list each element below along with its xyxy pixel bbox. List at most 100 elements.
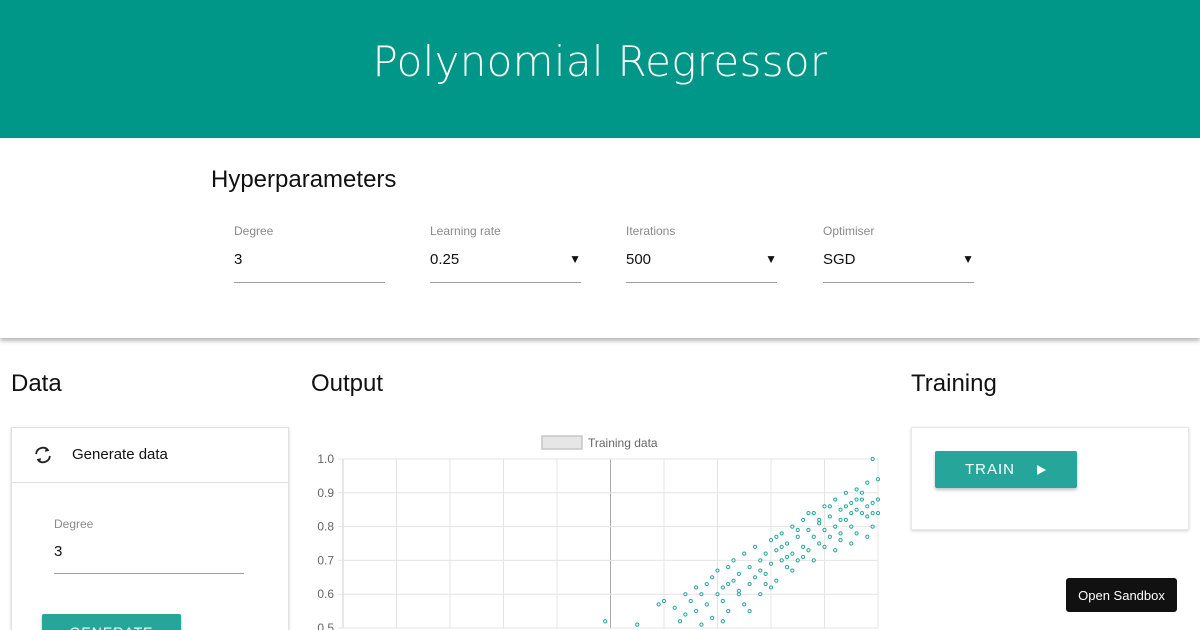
data-point (843, 517, 849, 522)
data-point (694, 609, 699, 614)
data-point (859, 497, 865, 502)
data-point (736, 588, 741, 593)
data-point (779, 531, 784, 536)
data-point (779, 544, 784, 549)
data-point (704, 581, 709, 587)
optimiser-value[interactable]: SGD (823, 251, 856, 268)
data-point (715, 568, 720, 573)
data-point (699, 622, 704, 627)
data-point (865, 504, 870, 509)
legend-swatch (541, 435, 583, 450)
data-point (875, 510, 881, 516)
optimiser-select[interactable]: Optimiser SGD ▼ (823, 224, 974, 283)
data-point (801, 517, 806, 522)
data-point (763, 551, 768, 556)
data-point (768, 561, 774, 566)
data-point (817, 521, 822, 526)
data-degree-field[interactable]: Degree 3 (54, 517, 244, 574)
chart-grid (338, 458, 879, 629)
data-point (677, 619, 683, 624)
data-point (843, 490, 849, 495)
chart-points (603, 456, 881, 627)
degree-field[interactable]: Degree 3 (234, 224, 385, 283)
learning-rate-select[interactable]: Learning rate 0.25 ▼ (430, 224, 581, 283)
data-point (736, 571, 741, 577)
data-point (779, 558, 784, 563)
generate-data-card-title: Generate data (72, 446, 168, 463)
y-tick-label: 0.8 (317, 520, 334, 534)
learning-rate-value[interactable]: 0.25 (430, 251, 459, 268)
data-degree-input[interactable]: 3 (54, 543, 62, 560)
data-point (774, 548, 779, 553)
data-point (827, 514, 832, 519)
data-point (870, 456, 875, 462)
data-point (827, 534, 832, 539)
data-point (694, 585, 699, 590)
data-point (726, 565, 731, 570)
data-point (683, 592, 688, 597)
data-point (849, 510, 854, 516)
data-point (715, 592, 720, 597)
dropdown-arrow-icon[interactable]: ▼ (765, 252, 777, 266)
data-point (790, 551, 795, 556)
dropdown-arrow-icon[interactable]: ▼ (962, 252, 974, 266)
training-card: TRAIN (911, 427, 1189, 530)
data-point (795, 527, 800, 533)
data-point (747, 581, 752, 587)
hyperparameters-panel: Hyperparameters Degree 3 Learning rate 0… (0, 138, 1200, 338)
data-point (758, 558, 763, 563)
data-point (811, 534, 816, 539)
output-section-title: Output (311, 370, 384, 397)
data-point (603, 619, 608, 624)
data-point (774, 578, 779, 583)
train-button[interactable]: TRAIN (935, 451, 1077, 488)
training-section-title: Training (911, 370, 997, 397)
dropdown-arrow-icon[interactable]: ▼ (569, 252, 581, 266)
data-point (656, 602, 661, 607)
y-tick-label: 1.0 (317, 452, 334, 466)
data-point (838, 531, 843, 536)
data-point (833, 548, 838, 553)
data-point (742, 602, 747, 607)
open-sandbox-button[interactable]: Open Sandbox (1066, 578, 1177, 612)
app-header: Polynomial Regressor (0, 0, 1200, 138)
data-point (817, 541, 822, 546)
data-point (806, 510, 811, 516)
data-point (801, 544, 806, 549)
data-point (843, 504, 849, 509)
y-tick-label: 0.6 (317, 587, 334, 601)
iterations-value[interactable]: 500 (626, 251, 651, 268)
data-point (822, 527, 827, 533)
generate-data-card-header[interactable]: Generate data (12, 428, 288, 483)
data-point (672, 605, 677, 610)
iterations-select[interactable]: Iterations 500 ▼ (626, 224, 777, 283)
chart-y-ticks: 1.0 0.9 0.8 0.7 0.6 0.5 (317, 452, 334, 630)
degree-input[interactable]: 3 (234, 251, 242, 268)
data-point (865, 534, 870, 539)
data-point (854, 531, 859, 536)
data-point (838, 507, 843, 512)
app-title: Polynomial Regressor (372, 36, 828, 86)
data-point (720, 585, 725, 590)
data-point (849, 524, 854, 529)
optimiser-label: Optimiser (823, 224, 875, 238)
data-point (875, 497, 881, 502)
iterations-label: Iterations (626, 224, 676, 238)
degree-label: Degree (234, 224, 274, 238)
generate-button[interactable]: GENERATE (42, 614, 181, 630)
data-point (870, 500, 875, 506)
data-point (731, 578, 736, 583)
data-point (784, 541, 790, 546)
y-tick-label: 0.5 (317, 621, 334, 630)
data-point (801, 554, 806, 560)
play-icon (1037, 464, 1046, 475)
refresh-icon (35, 446, 51, 464)
data-point (710, 575, 715, 580)
data-point (817, 517, 822, 522)
data-point (811, 558, 816, 563)
scatter-chart-svg: 1.0 0.9 0.8 0.7 0.6 0.5 Training data (317, 435, 881, 630)
data-point (806, 527, 811, 533)
data-point (870, 524, 875, 529)
data-point (811, 510, 816, 516)
data-point (726, 581, 731, 587)
